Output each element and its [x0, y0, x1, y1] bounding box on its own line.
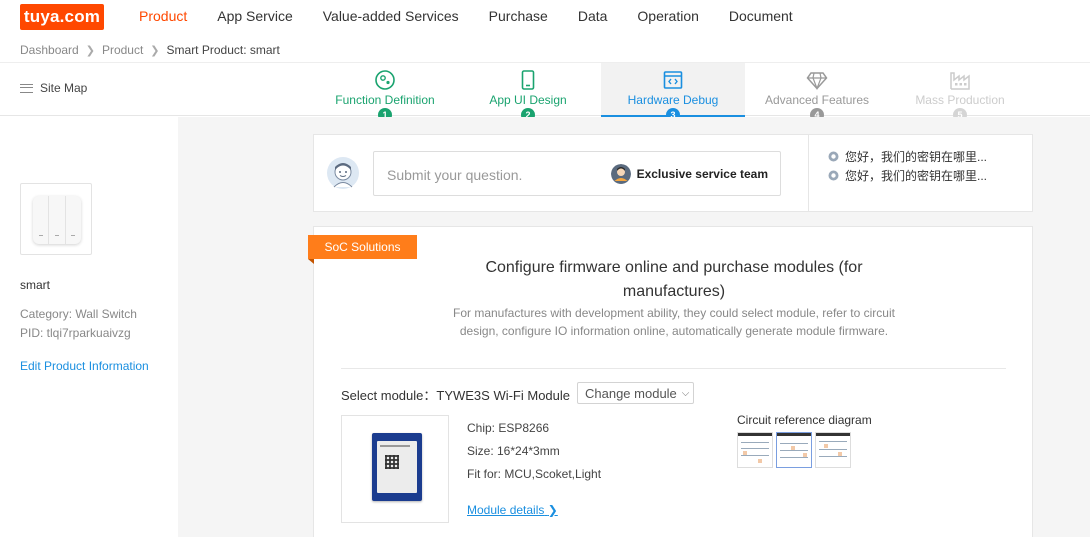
- function-icon: [375, 70, 395, 90]
- module-details-link[interactable]: Module details ❯: [467, 503, 558, 517]
- faq-item[interactable]: 您好，我们的密钥在哪里...: [828, 166, 987, 185]
- breadcrumb: Dashboard ❯ Product ❯ Smart Product: sma…: [20, 42, 280, 58]
- product-category: Category: Wall Switch: [20, 307, 137, 321]
- exclusive-service-button[interactable]: Exclusive service team: [610, 164, 768, 184]
- nav-item-app-service[interactable]: App Service: [202, 0, 307, 32]
- menu-icon: [20, 83, 33, 93]
- soc-tag: SoC Solutions: [308, 235, 417, 264]
- soc-solutions-card: SoC Solutions Configure firmware online …: [308, 226, 1033, 537]
- question-bubble-icon: [828, 170, 839, 181]
- step-label: App UI Design: [489, 93, 567, 107]
- selected-module: Select module：TYWE3S Wi-Fi Module: [341, 388, 571, 403]
- module-chip: Chip: ESP8266: [467, 421, 550, 435]
- chevron-right-icon: ❯: [150, 44, 160, 57]
- circuit-diagram-thumbnail[interactable]: [776, 432, 812, 468]
- question-bubble-icon: [828, 151, 839, 162]
- service-avatar-icon: [610, 164, 631, 184]
- change-module-label: Change module: [585, 385, 677, 401]
- breadcrumb-product[interactable]: Product: [102, 43, 143, 57]
- nav-item-operation[interactable]: Operation: [622, 0, 713, 32]
- edit-product-link[interactable]: Edit Product Information: [20, 359, 149, 373]
- product-sidebar: smart Category: Wall Switch PID: tlqi7rp…: [0, 117, 178, 537]
- step-label: Mass Production: [915, 93, 1005, 107]
- tuya-logo[interactable]: tuya.com: [20, 4, 104, 30]
- service-label: Exclusive service team: [636, 167, 768, 181]
- wifi-module-chip-icon: [372, 433, 422, 501]
- step-app-ui-design[interactable]: App UI Design 2: [463, 63, 593, 122]
- circuit-diagram-thumbnail[interactable]: [815, 432, 851, 468]
- soc-title: Configure firmware online and purchase m…: [485, 259, 863, 300]
- top-nav: tuya.com Product App Service Value-added…: [0, 0, 1090, 32]
- faq-item[interactable]: 您好，我们的密钥在哪里...: [828, 147, 987, 166]
- nav-item-product[interactable]: Product: [124, 0, 202, 32]
- nav-item-document[interactable]: Document: [714, 0, 808, 32]
- faq-list: 您好，我们的密钥在哪里... 您好，我们的密钥在哪里...: [828, 147, 987, 185]
- phone-icon: [521, 70, 535, 90]
- code-icon: [663, 71, 683, 89]
- nav-menu: Product App Service Value-added Services…: [124, 0, 808, 32]
- product-name: smart: [20, 278, 50, 292]
- module-image: [341, 415, 449, 523]
- step-bar: Site Map Function Definition 1 App UI De…: [0, 62, 1090, 122]
- diamond-icon: [806, 72, 828, 91]
- circuit-diagram-title: Circuit reference diagram: [737, 413, 872, 427]
- site-map-button[interactable]: Site Map: [20, 81, 87, 95]
- step-function-definition[interactable]: Function Definition 1: [320, 63, 450, 122]
- step-hardware-debug[interactable]: Hardware Debug 3: [601, 63, 745, 122]
- question-card: Submit your question. Exclusive service …: [313, 134, 1033, 212]
- breadcrumb-dashboard[interactable]: Dashboard: [20, 43, 79, 57]
- step-advanced-features[interactable]: Advanced Features 4: [752, 63, 882, 122]
- module-size: Size: 16*24*3mm: [467, 444, 560, 458]
- breadcrumb-current: Smart Product: smart: [166, 43, 280, 57]
- chevron-down-icon: ⌵: [681, 387, 690, 399]
- wall-switch-icon: [33, 196, 81, 244]
- product-pid: PID: tlqi7rparkuaivzg: [20, 326, 131, 340]
- faq-text: 您好，我们的密钥在哪里...: [845, 169, 988, 183]
- step-label: Function Definition: [335, 93, 435, 107]
- divider: [808, 135, 809, 211]
- step-label: Hardware Debug: [627, 93, 719, 107]
- soc-description: For manufactures with development abilit…: [453, 306, 895, 338]
- module-details-label: Module details: [467, 503, 545, 517]
- nav-item-data[interactable]: Data: [563, 0, 623, 32]
- divider: [341, 368, 1006, 369]
- question-input[interactable]: Submit your question. Exclusive service …: [373, 151, 781, 196]
- step-mass-production: Mass Production 5: [895, 63, 1025, 122]
- circuit-diagram-thumbnail[interactable]: [737, 432, 773, 468]
- faq-text: 您好，我们的密钥在哪里...: [845, 150, 988, 164]
- user-avatar-icon: [327, 157, 359, 189]
- chevron-right-icon: ❯: [547, 503, 558, 517]
- main-content: Submit your question. Exclusive service …: [178, 117, 1090, 537]
- module-fit-for: Fit for: MCU,Scoket,Light: [467, 467, 602, 481]
- site-map-label: Site Map: [40, 81, 88, 95]
- circuit-diagram-thumbnails: [737, 432, 854, 468]
- factory-icon: [950, 72, 970, 90]
- nav-item-value-added-services[interactable]: Value-added Services: [308, 0, 474, 32]
- question-placeholder: Submit your question.: [387, 167, 523, 183]
- nav-item-purchase[interactable]: Purchase: [474, 0, 563, 32]
- step-label: Advanced Features: [764, 93, 870, 107]
- product-image: [20, 183, 92, 255]
- logo-text: tuya.com: [23, 7, 101, 26]
- chevron-right-icon: ❯: [85, 44, 95, 57]
- change-module-button[interactable]: Change module ⌵: [577, 382, 694, 404]
